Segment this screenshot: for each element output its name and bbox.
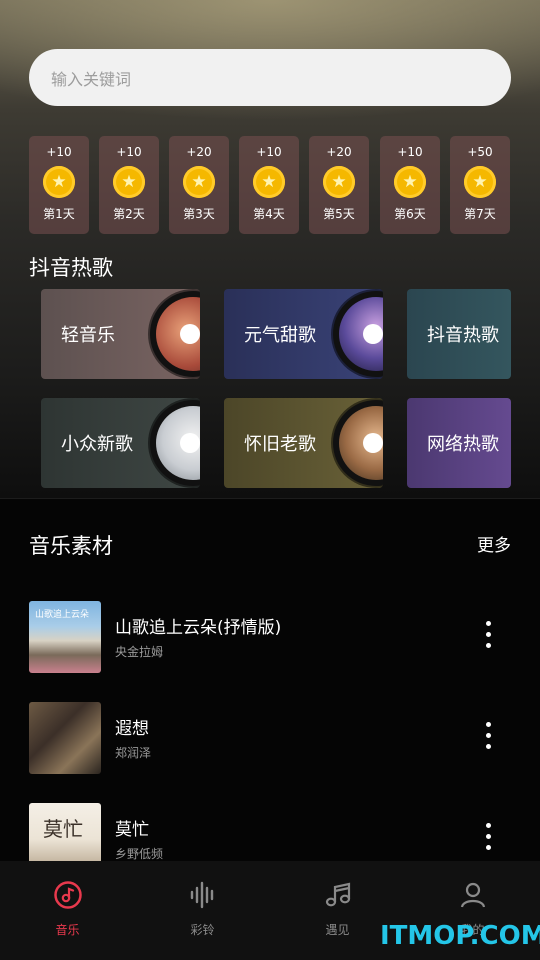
more-options-icon[interactable] bbox=[481, 823, 495, 855]
coin-icon: ★ bbox=[43, 166, 75, 198]
checkin-points: +10 bbox=[256, 145, 282, 159]
cover-text: 莫忙 bbox=[43, 817, 83, 841]
coin-icon: ★ bbox=[394, 166, 426, 198]
album-cover: 山歌追上云朵 bbox=[29, 601, 101, 673]
genre-card-indie-new[interactable]: 小众新歌 bbox=[41, 398, 200, 488]
coin-icon: ★ bbox=[253, 166, 285, 198]
tab-label: 彩铃 bbox=[190, 923, 215, 937]
tab-music[interactable]: 音乐 bbox=[0, 861, 135, 960]
tab-ringtone[interactable]: 彩铃 bbox=[135, 861, 270, 960]
more-link[interactable]: 更多 bbox=[477, 531, 511, 556]
user-icon bbox=[460, 882, 485, 908]
search-placeholder: 输入关键词 bbox=[51, 69, 132, 89]
checkin-points: +10 bbox=[397, 145, 423, 159]
album-cover bbox=[29, 702, 101, 774]
coin-icon: ★ bbox=[464, 166, 496, 198]
list-item[interactable]: 山歌追上云朵 山歌追上云朵(抒情版) 央金拉姆 bbox=[29, 601, 511, 673]
coin-icon: ★ bbox=[323, 166, 355, 198]
song-artist: 乡野低频 bbox=[115, 847, 164, 861]
checkin-points: +10 bbox=[46, 145, 72, 159]
coin-icon: ★ bbox=[113, 166, 145, 198]
genre-card-sweet-songs[interactable]: 元气甜歌 bbox=[224, 289, 383, 379]
checkin-strip: +10 ★ 第1天 +10 ★ 第2天 +20 ★ 第3天 +10 ★ 第4天 … bbox=[29, 136, 511, 234]
checkin-day-label: 第6天 bbox=[394, 207, 426, 221]
checkin-day[interactable]: +10 ★ 第2天 bbox=[99, 136, 159, 234]
checkin-day-label: 第1天 bbox=[43, 207, 75, 221]
hot-songs-title: 抖音热歌 bbox=[29, 256, 113, 280]
search-input[interactable]: 输入关键词 bbox=[29, 49, 511, 106]
genre-card-oldies[interactable]: 怀旧老歌 bbox=[224, 398, 383, 488]
song-title: 山歌追上云朵(抒情版) bbox=[115, 618, 282, 638]
music-note-icon bbox=[325, 882, 350, 907]
checkin-day[interactable]: +10 ★ 第4天 bbox=[239, 136, 299, 234]
genre-card-internet-hits[interactable]: 网络热歌 bbox=[407, 398, 511, 488]
checkin-points: +20 bbox=[326, 145, 352, 159]
genre-label: 抖音热歌 bbox=[427, 325, 499, 346]
genre-label: 元气甜歌 bbox=[244, 325, 316, 346]
genre-label: 小众新歌 bbox=[61, 434, 133, 455]
genre-label: 怀旧老歌 bbox=[244, 434, 316, 455]
genre-label: 轻音乐 bbox=[61, 325, 115, 346]
waveform-icon bbox=[190, 881, 213, 909]
checkin-day[interactable]: +50 ★ 第7天 bbox=[450, 136, 510, 234]
cover-text: 山歌追上云朵 bbox=[35, 610, 90, 620]
song-title: 遐想 bbox=[115, 719, 149, 739]
vinyl-disc-icon bbox=[333, 291, 383, 377]
checkin-day[interactable]: +10 ★ 第6天 bbox=[380, 136, 440, 234]
tab-label: 遇见 bbox=[325, 923, 350, 937]
checkin-day-label: 第7天 bbox=[464, 207, 496, 221]
vinyl-disc-icon bbox=[150, 291, 200, 377]
checkin-points: +20 bbox=[186, 145, 212, 159]
music-disc-icon bbox=[53, 881, 82, 909]
vinyl-disc-icon bbox=[333, 400, 383, 486]
checkin-day-label: 第3天 bbox=[183, 207, 215, 221]
tab-label: 音乐 bbox=[55, 923, 80, 937]
checkin-day-label: 第4天 bbox=[253, 207, 285, 221]
list-item[interactable]: 遐想 郑润泽 bbox=[29, 702, 511, 774]
coin-icon: ★ bbox=[183, 166, 215, 198]
genre-label: 网络热歌 bbox=[427, 434, 499, 455]
genre-card-douyin-hits[interactable]: 抖音热歌 bbox=[407, 289, 511, 379]
checkin-points: +50 bbox=[467, 145, 493, 159]
section-divider bbox=[0, 498, 540, 499]
music-material-title: 音乐素材 bbox=[29, 534, 113, 558]
more-options-icon[interactable] bbox=[481, 621, 495, 653]
genre-card-light-music[interactable]: 轻音乐 bbox=[41, 289, 200, 379]
checkin-day-label: 第5天 bbox=[323, 207, 355, 221]
song-title: 莫忙 bbox=[115, 820, 149, 840]
checkin-day[interactable]: +10 ★ 第1天 bbox=[29, 136, 89, 234]
vinyl-disc-icon bbox=[150, 400, 200, 486]
song-artist: 郑润泽 bbox=[115, 746, 152, 760]
checkin-day[interactable]: +20 ★ 第3天 bbox=[169, 136, 229, 234]
checkin-day[interactable]: +20 ★ 第5天 bbox=[309, 136, 369, 234]
more-options-icon[interactable] bbox=[481, 722, 495, 754]
watermark: ITMOP.COM bbox=[380, 921, 540, 951]
checkin-day-label: 第2天 bbox=[113, 207, 145, 221]
song-artist: 央金拉姆 bbox=[115, 645, 164, 659]
checkin-points: +10 bbox=[116, 145, 142, 159]
